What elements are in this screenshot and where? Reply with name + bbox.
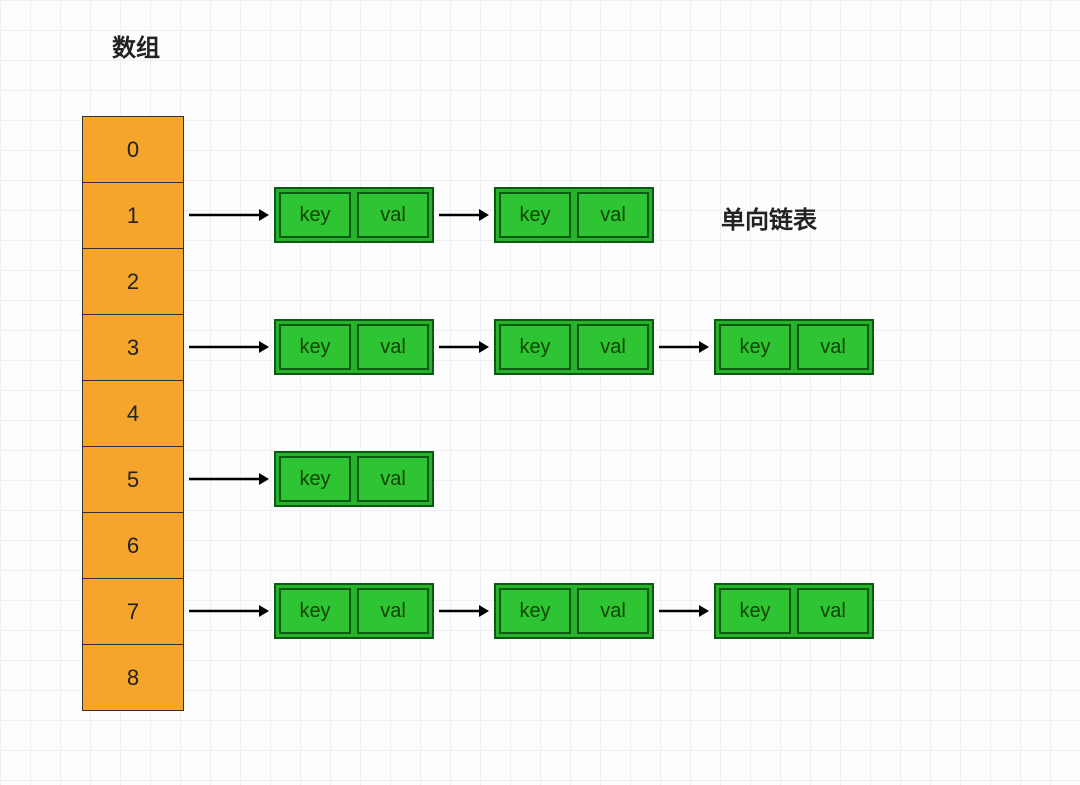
arrow-icon	[434, 601, 494, 621]
node-key: key	[279, 192, 351, 238]
node-val: val	[797, 588, 869, 634]
node-val: val	[797, 324, 869, 370]
arrow-icon	[184, 601, 274, 621]
node-key: key	[499, 588, 571, 634]
array-cell: 7	[82, 579, 184, 645]
arrow-icon	[654, 337, 714, 357]
list-node: key val	[494, 319, 654, 375]
list-node: key val	[274, 583, 434, 639]
node-val: val	[357, 588, 429, 634]
node-key: key	[279, 588, 351, 634]
linked-list-label: 单向链表	[721, 200, 817, 235]
node-val: val	[577, 588, 649, 634]
list-node: key val	[494, 187, 654, 243]
array-cell: 4	[82, 381, 184, 447]
array-label: 数组	[112, 28, 160, 63]
node-key: key	[719, 324, 791, 370]
array-cell: 3	[82, 315, 184, 381]
array-cell: 8	[82, 645, 184, 711]
node-key: key	[279, 324, 351, 370]
linked-list-row: key val key val key val	[184, 578, 874, 644]
list-node: key val	[714, 583, 874, 639]
list-node: key val	[274, 187, 434, 243]
array-cell: 6	[82, 513, 184, 579]
arrow-icon	[184, 205, 274, 225]
arrow-icon	[184, 337, 274, 357]
array-column: 0 1 2 3 4 5 6 7 8	[82, 116, 184, 711]
linked-list-row: key val key val key val	[184, 314, 874, 380]
array-cell: 5	[82, 447, 184, 513]
list-node: key val	[274, 451, 434, 507]
linked-list-row: key val	[184, 446, 434, 512]
array-cell: 2	[82, 249, 184, 315]
node-val: val	[577, 324, 649, 370]
list-node: key val	[714, 319, 874, 375]
arrow-icon	[434, 337, 494, 357]
linked-list-row: key val key val	[184, 182, 654, 248]
node-key: key	[279, 456, 351, 502]
list-node: key val	[274, 319, 434, 375]
node-val: val	[357, 456, 429, 502]
node-key: key	[499, 324, 571, 370]
arrow-icon	[654, 601, 714, 621]
node-val: val	[357, 324, 429, 370]
node-key: key	[499, 192, 571, 238]
list-node: key val	[494, 583, 654, 639]
array-cell: 1	[82, 183, 184, 249]
node-val: val	[357, 192, 429, 238]
node-val: val	[577, 192, 649, 238]
arrow-icon	[434, 205, 494, 225]
arrow-icon	[184, 469, 274, 489]
array-cell: 0	[82, 117, 184, 183]
node-key: key	[719, 588, 791, 634]
